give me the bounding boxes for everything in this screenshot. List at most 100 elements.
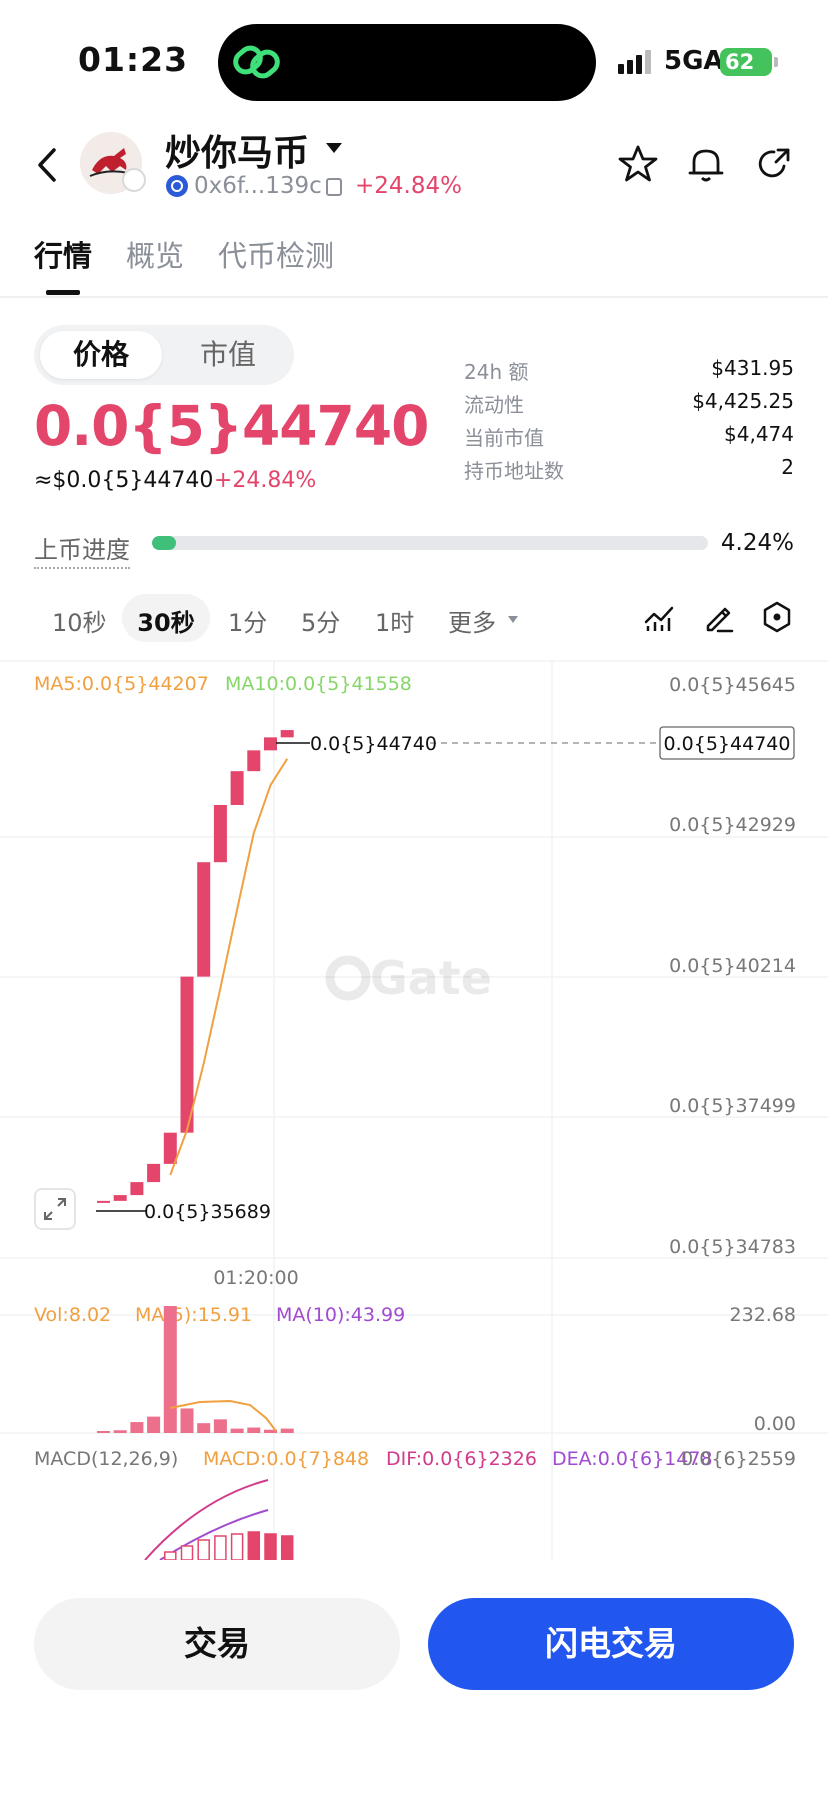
price-axis-1: 0.0{5}42929 bbox=[669, 814, 796, 836]
volume-bar bbox=[213, 1419, 227, 1433]
volume-bar bbox=[130, 1422, 144, 1433]
price-axis-2: 0.0{5}40214 bbox=[669, 955, 796, 977]
tab-token-check[interactable]: 代币检测 bbox=[218, 233, 334, 275]
candle bbox=[230, 771, 244, 805]
volume-bar bbox=[180, 1408, 194, 1433]
watermark-text: Gate bbox=[370, 951, 492, 1005]
stat-label-volume: 24h 额 bbox=[464, 360, 529, 384]
toggle-market-cap[interactable]: 市值 bbox=[178, 331, 278, 379]
watermark: Gate bbox=[325, 951, 492, 1005]
interval-1m[interactable]: 1分 bbox=[228, 603, 267, 638]
low-price-label: 0.0{5}35689 bbox=[144, 1201, 271, 1223]
listing-progress-percent: 4.24% bbox=[720, 530, 794, 556]
vol-axis-bottom: 0.00 bbox=[754, 1413, 796, 1435]
vol-ma10-legend: MA(10):43.99 bbox=[276, 1304, 405, 1326]
candle bbox=[247, 750, 261, 772]
volume-bar bbox=[163, 1306, 177, 1433]
ma10-legend: MA10:0.0{5}41558 bbox=[225, 673, 412, 695]
contract-address: 0x6f...139c bbox=[194, 173, 322, 199]
signal-icon bbox=[618, 50, 651, 74]
interval-30s[interactable]: 30秒 bbox=[122, 603, 210, 638]
tab-market[interactable]: 行情 bbox=[34, 233, 92, 275]
stat-label-liquidity: 流动性 bbox=[464, 393, 524, 417]
volume-bar bbox=[113, 1430, 127, 1433]
candle bbox=[147, 1163, 161, 1183]
listing-progress-bar bbox=[152, 536, 708, 550]
high-price-label: 0.0{5}44740 bbox=[310, 733, 437, 755]
macd-bar bbox=[280, 1535, 294, 1560]
expand-icon bbox=[44, 1198, 66, 1220]
macd-bar bbox=[264, 1533, 277, 1560]
usd-price: ≈$0.0{5}44740 bbox=[34, 468, 214, 493]
volume-bar bbox=[197, 1423, 211, 1433]
time-axis-label: 01:20:00 bbox=[213, 1267, 298, 1289]
macd-bar bbox=[230, 1533, 244, 1560]
interval-1h[interactable]: 1时 bbox=[375, 603, 414, 638]
vol-ma5-legend: MA(5):15.91 bbox=[135, 1304, 252, 1326]
battery-icon: 62 bbox=[720, 48, 772, 76]
price-axis-3: 0.0{5}37499 bbox=[669, 1095, 796, 1117]
indicator-icon[interactable] bbox=[642, 600, 676, 634]
stat-label-holders: 持币地址数 bbox=[464, 459, 564, 483]
last-price-tag-text: 0.0{5}44740 bbox=[664, 733, 791, 755]
back-arrow-icon[interactable] bbox=[30, 140, 70, 190]
interval-more[interactable]: 更多 bbox=[448, 603, 496, 638]
price-axis-4: 0.0{5}34783 bbox=[669, 1236, 796, 1258]
tab-overview[interactable]: 概览 bbox=[126, 233, 184, 275]
status-time: 01:23 bbox=[78, 40, 189, 79]
network-type: 5GA bbox=[664, 46, 724, 76]
volume-bar bbox=[247, 1427, 261, 1433]
trade-button[interactable]: 交易 bbox=[34, 1598, 400, 1690]
stat-value-market-cap: $4,474 bbox=[724, 422, 794, 446]
tabs-divider bbox=[0, 296, 828, 298]
vol-axis-top: 232.68 bbox=[730, 1304, 796, 1326]
macd-axis-top: 0.0{6}2559 bbox=[681, 1448, 796, 1470]
stat-value-volume: $431.95 bbox=[711, 356, 794, 380]
candle bbox=[264, 737, 277, 751]
chain-icon bbox=[166, 175, 188, 197]
volume-bar bbox=[97, 1431, 110, 1433]
link-app-icon bbox=[233, 45, 280, 79]
candle bbox=[213, 804, 227, 863]
candle bbox=[163, 1132, 177, 1164]
candle bbox=[130, 1182, 144, 1196]
star-icon[interactable] bbox=[618, 144, 658, 184]
chain-badge-icon bbox=[122, 168, 146, 192]
dif-value: DIF:0.0{6}2326 bbox=[386, 1448, 537, 1470]
macd-bar bbox=[164, 1551, 177, 1560]
bell-icon[interactable] bbox=[686, 144, 726, 184]
current-price: 0.0{5}44740 bbox=[34, 394, 429, 458]
stat-value-holders: 2 bbox=[781, 455, 794, 479]
settings-hexagon-icon[interactable] bbox=[760, 600, 794, 634]
share-icon[interactable] bbox=[754, 144, 794, 184]
vol-legend: Vol:8.02 bbox=[34, 1304, 111, 1326]
candle bbox=[280, 730, 294, 738]
listing-progress-fill bbox=[152, 536, 176, 550]
price-axis-0: 0.0{5}45645 bbox=[669, 674, 796, 696]
more-caret-icon[interactable] bbox=[508, 616, 518, 623]
header-change: +24.84% bbox=[355, 173, 462, 199]
candle bbox=[197, 862, 211, 977]
macd-bar bbox=[214, 1535, 227, 1560]
stat-label-market-cap: 当前市值 bbox=[464, 426, 544, 450]
candle bbox=[97, 1200, 110, 1203]
expand-chart-button[interactable] bbox=[34, 1188, 76, 1230]
battery-level: 62 bbox=[725, 50, 755, 74]
volume-bar bbox=[230, 1428, 244, 1433]
draw-pen-icon[interactable] bbox=[702, 600, 736, 634]
listing-progress-label[interactable]: 上币进度 bbox=[34, 530, 130, 569]
kline-chart[interactable]: Gate MA5:0.0{5}44207 MA10:0.0{5}41558 0.… bbox=[0, 660, 828, 1560]
volume-bar bbox=[280, 1428, 294, 1433]
price-change: +24.84% bbox=[214, 468, 317, 493]
macd-value: MACD:0.0{7}848 bbox=[203, 1448, 369, 1470]
macd-legend: MACD(12,26,9) bbox=[34, 1448, 178, 1470]
title-dropdown-caret-icon[interactable] bbox=[326, 143, 342, 153]
interval-5m[interactable]: 5分 bbox=[301, 603, 340, 638]
interval-10s[interactable]: 10秒 bbox=[52, 603, 107, 638]
token-title[interactable]: 炒你马币 bbox=[165, 124, 309, 176]
copy-icon[interactable] bbox=[326, 178, 342, 196]
toggle-price[interactable]: 价格 bbox=[40, 331, 162, 379]
macd-bar bbox=[197, 1539, 210, 1560]
flash-trade-button[interactable]: 闪电交易 bbox=[428, 1598, 794, 1690]
battery-tip bbox=[774, 57, 778, 67]
